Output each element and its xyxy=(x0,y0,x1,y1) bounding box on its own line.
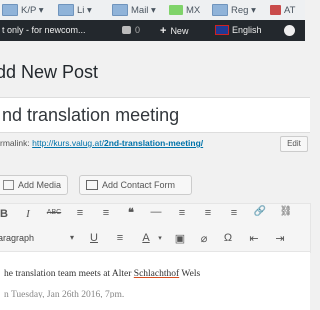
align-left-button[interactable]: ≡ xyxy=(174,207,190,219)
permalink-link[interactable]: http://kurs.valug.at/2nd-translation-mee… xyxy=(32,138,203,148)
bookmark-label: MX xyxy=(186,4,201,16)
editor-content-area[interactable] xyxy=(0,251,310,310)
comments-count: 0 xyxy=(135,25,141,35)
text-color-dropdown-icon[interactable]: ▾ xyxy=(152,234,168,242)
comment-bubble-icon xyxy=(122,26,131,34)
format-select-value: aragraph xyxy=(0,233,35,243)
page-title: dd New Post xyxy=(0,62,99,82)
bookmark-label: AT xyxy=(284,4,296,16)
form-icon xyxy=(86,180,98,190)
add-contact-form-button[interactable]: Add Contact Form xyxy=(79,175,192,195)
bookmark-label: Li ▾ xyxy=(77,4,92,16)
bookmark-at[interactable]: AT xyxy=(270,3,295,17)
language-switcher[interactable]: English xyxy=(215,25,262,35)
italic-button[interactable]: I xyxy=(20,208,36,220)
wordpress-logo-icon xyxy=(284,25,295,36)
bullet-list-button[interactable]: ≡ xyxy=(72,207,88,219)
align-right-button[interactable]: ≡ xyxy=(226,207,242,219)
special-character-button[interactable]: Ω xyxy=(220,232,236,244)
add-contact-form-label: Add Contact Form xyxy=(102,180,176,190)
justify-button[interactable]: ≡ xyxy=(112,232,128,244)
content-line-2[interactable]: n Tuesday, Jan 26th 2016, 7pm. xyxy=(4,290,124,298)
numbered-list-button[interactable]: ≡ xyxy=(98,207,114,219)
wordpress-menu[interactable] xyxy=(284,25,295,36)
language-label: English xyxy=(232,25,262,35)
permalink-base: http://kurs.valug.at/ xyxy=(32,138,104,148)
content-text: Wels xyxy=(179,269,201,279)
bookmark-reg[interactable]: Reg ▾ xyxy=(212,3,256,17)
comments-link[interactable]: 0 xyxy=(122,25,140,35)
bold-button[interactable]: B xyxy=(0,208,12,220)
blockquote-button[interactable]: ❝ xyxy=(123,206,139,219)
permalink-slug: 2nd-translation-meeting/ xyxy=(103,138,204,148)
plus-icon: + xyxy=(160,25,167,37)
folder-icon xyxy=(212,4,228,16)
bookmarks-bar: K/P ▾ Li ▾ Mail ▾ MX Reg ▾ AT xyxy=(0,0,305,21)
bookmark-label: K/P ▾ xyxy=(21,4,44,16)
new-content-link[interactable]: + New xyxy=(160,25,188,37)
bookmark-label: Mail ▾ xyxy=(131,4,156,16)
chevron-down-icon[interactable]: ▾ xyxy=(64,233,80,242)
insert-link-button[interactable]: 🔗 xyxy=(252,206,268,217)
clear-formatting-button[interactable]: ⌀ xyxy=(196,232,212,245)
add-media-label: Add Media xyxy=(17,180,61,190)
mx-icon xyxy=(169,5,183,15)
indent-button[interactable]: ⇥ xyxy=(272,232,288,245)
new-label: New xyxy=(170,26,189,36)
post-title-value[interactable]: nd translation meeting xyxy=(2,105,179,126)
permalink-row: rmalink: http://kurs.valug.at/2nd-transl… xyxy=(0,138,203,148)
site-name: t only - for newcom... xyxy=(2,25,86,35)
bookmark-kp[interactable]: K/P ▾ xyxy=(2,3,44,17)
paste-text-button[interactable]: ▣ xyxy=(172,232,188,245)
bookmark-li[interactable]: Li ▾ xyxy=(58,3,92,17)
content-line-1[interactable]: he translation team meets at Alter Schla… xyxy=(4,269,200,279)
media-icon xyxy=(3,180,14,190)
permalink-edit-button[interactable]: Edit xyxy=(280,136,308,152)
folder-icon xyxy=(112,4,128,16)
bookmark-label: Reg ▾ xyxy=(231,4,256,16)
permalink-label: rmalink: xyxy=(0,138,30,148)
align-center-button[interactable]: ≡ xyxy=(200,207,216,219)
strikethrough-button[interactable]: ABC xyxy=(46,209,62,216)
bookmark-mail[interactable]: Mail ▾ xyxy=(112,3,156,17)
admin-bar: t only - for newcom... 0 + New English xyxy=(0,20,305,41)
uk-flag-icon xyxy=(215,25,229,35)
at-icon xyxy=(270,5,281,15)
underline-button[interactable]: U xyxy=(86,232,102,244)
site-name-link[interactable]: t only - for newcom... xyxy=(2,25,86,35)
format-select[interactable]: aragraph xyxy=(0,233,34,243)
content-spellcheck-word: Schlachthof xyxy=(133,269,180,279)
add-media-button[interactable]: Add Media xyxy=(0,175,68,195)
folder-icon xyxy=(2,4,18,16)
horizontal-line-button[interactable]: — xyxy=(148,206,164,218)
content-text: he translation team meets at Alter xyxy=(4,269,134,279)
folder-icon xyxy=(58,4,74,16)
outdent-button[interactable]: ⇤ xyxy=(246,232,262,245)
bookmark-mx[interactable]: MX xyxy=(169,3,200,17)
remove-link-button[interactable]: ⛓ xyxy=(278,206,294,217)
